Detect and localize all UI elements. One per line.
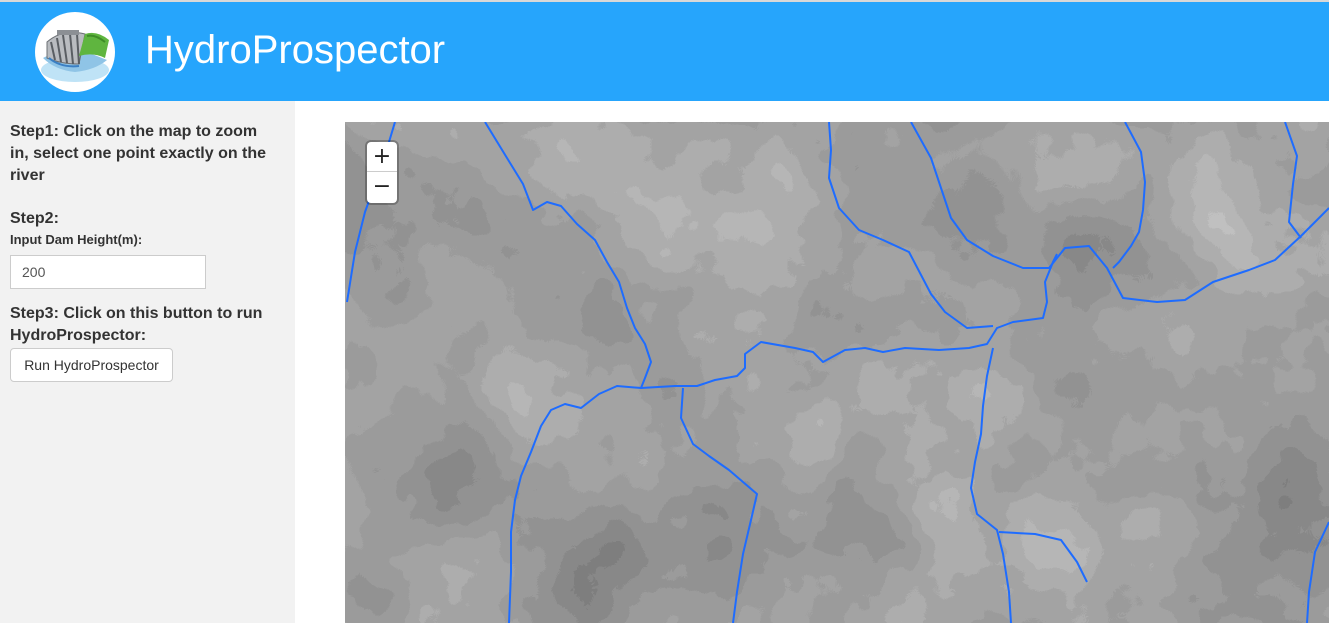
step3-instructions: Step3: Click on this button to run Hydro…	[10, 305, 263, 344]
app-title: HydroProspector	[145, 28, 446, 72]
dam-height-label: Input Dam Height(m):	[10, 232, 143, 247]
dam-height-input[interactable]	[10, 255, 206, 289]
app-logo	[35, 12, 115, 92]
elevation-raster[interactable]	[345, 122, 1329, 623]
app-header: HydroProspector	[0, 2, 1329, 101]
map[interactable]: + −	[345, 122, 1329, 623]
step1-instructions: Step1: Click on the map to zoom in, sele…	[10, 123, 267, 184]
zoom-in-button[interactable]: +	[367, 142, 397, 172]
zoom-control: + −	[367, 142, 397, 203]
sidebar: Step1: Click on the map to zoom in, sele…	[0, 101, 295, 623]
step2-heading: Step2:	[10, 210, 59, 227]
zoom-out-button[interactable]: −	[367, 172, 397, 202]
run-hydroprospector-button[interactable]: Run HydroProspector	[10, 348, 173, 382]
dam-icon	[41, 30, 109, 82]
